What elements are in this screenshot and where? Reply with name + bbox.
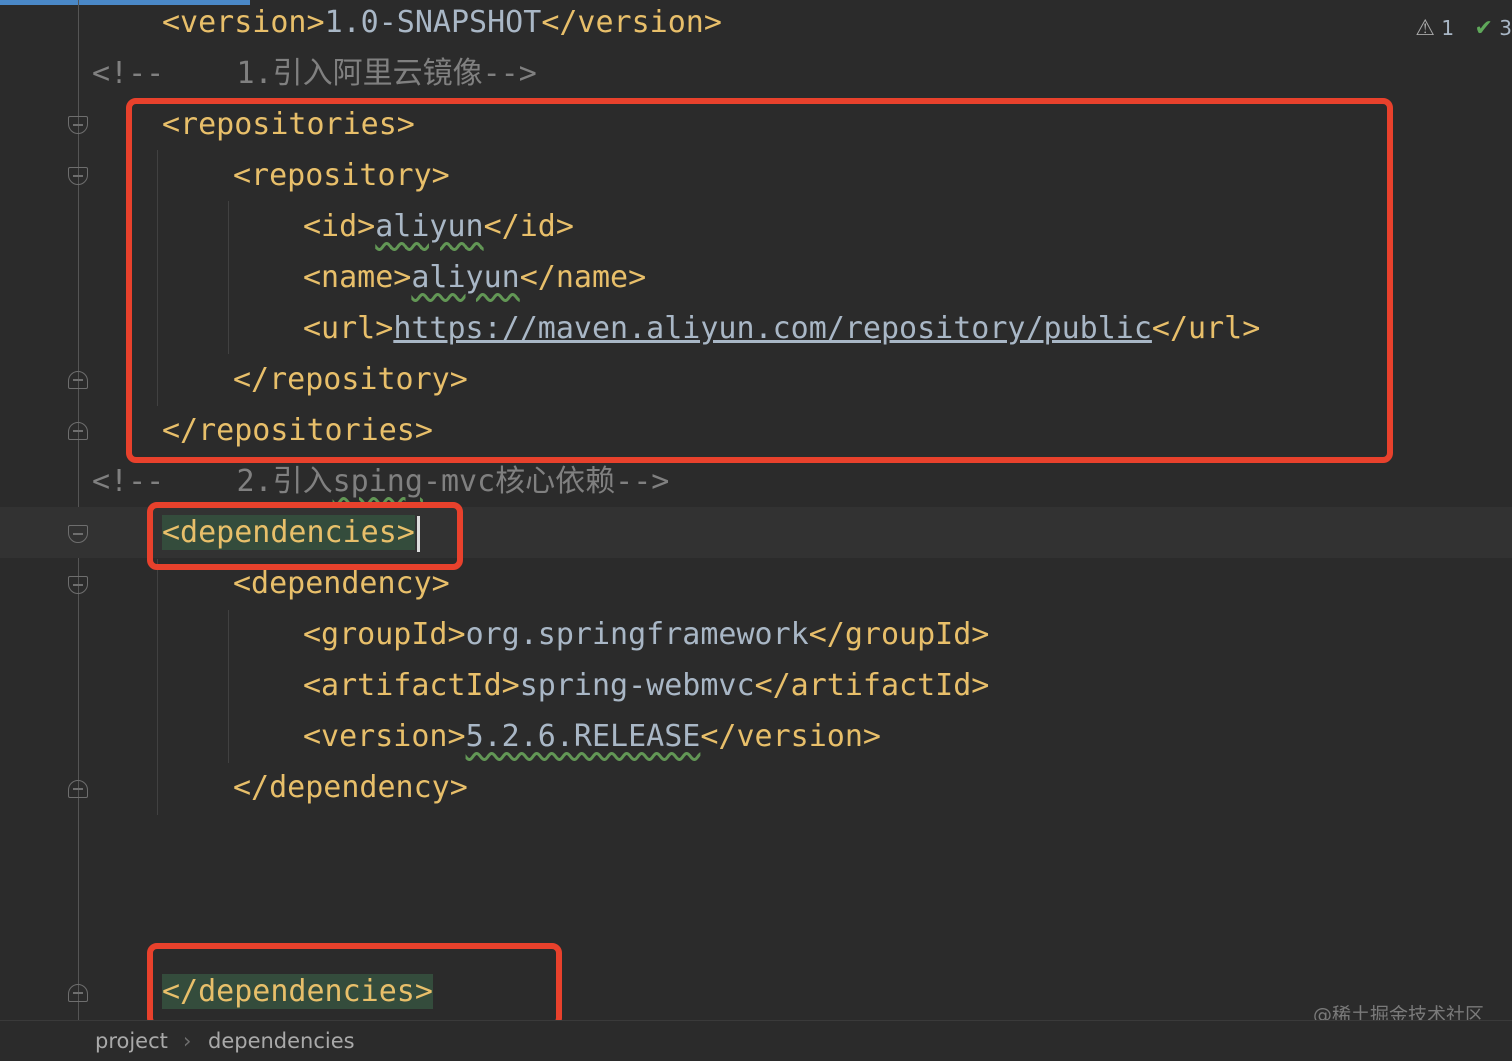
xml-tag: </dependency> (233, 770, 468, 805)
code-line[interactable]: </dependency> (0, 762, 1512, 813)
xml-comment: -mvc核心依赖--> (422, 464, 670, 499)
xml-tag: </artifactId> (754, 668, 990, 703)
fold-end-icon[interactable] (68, 422, 88, 440)
warning-count: 1 (1441, 16, 1455, 40)
code-line[interactable]: <groupId>org.springframework</groupId> (0, 609, 1512, 660)
breadcrumb-item-dependencies[interactable]: dependencies (208, 1021, 355, 1061)
xml-tag: <version> (303, 719, 466, 754)
annotation-box-dependencies-close (147, 943, 562, 1028)
xml-tag: </version> (541, 5, 722, 40)
inspection-widget[interactable]: ⚠ 1 ✔ 3 (1415, 16, 1512, 41)
breadcrumb-separator-icon: › (183, 1029, 192, 1053)
code-line[interactable]: <version>5.2.6.RELEASE</version> (0, 711, 1512, 762)
ok-count: 3 (1499, 16, 1512, 40)
xml-tag: <artifactId> (303, 668, 520, 703)
annotation-box-repositories (126, 98, 1393, 463)
checkmark-icon: ✔ (1474, 16, 1493, 41)
xml-comment: <!-- 2.引入 (92, 464, 333, 499)
xml-comment: sping (332, 464, 423, 499)
annotation-box-dependencies-open (147, 502, 463, 570)
xml-tag: </groupId> (808, 617, 990, 652)
xml-tag: <groupId> (303, 617, 466, 652)
xml-value: 1.0-SNAPSHOT (324, 5, 542, 40)
xml-comment: <!-- 1.引入阿里云镜像--> (92, 56, 537, 91)
xml-value: org.springframework (465, 617, 809, 652)
fold-end-icon[interactable] (68, 371, 88, 389)
xml-tag: <dependency> (233, 566, 450, 601)
breadcrumb: project › dependencies (0, 1020, 1512, 1054)
xml-value: spring-webmvc (519, 668, 755, 703)
fold-end-icon[interactable] (68, 984, 88, 1002)
xml-tag: <version> (162, 5, 325, 40)
warning-triangle-icon: ⚠ (1415, 16, 1436, 41)
fold-end-icon[interactable] (68, 780, 88, 798)
code-line[interactable]: <artifactId>spring-webmvc</artifactId> (0, 660, 1512, 711)
breadcrumb-item-project[interactable]: project (95, 1021, 168, 1061)
code-line[interactable]: <!-- 1.引入阿里云镜像--> (0, 48, 1512, 99)
code-line[interactable]: <version>1.0-SNAPSHOT</version> (0, 0, 1512, 48)
xml-tag: </version> (700, 719, 881, 754)
xml-value: 5.2.6.RELEASE (465, 719, 701, 754)
code-line[interactable]: <!-- 2.引入sping-mvc核心依赖--> (0, 456, 1512, 507)
